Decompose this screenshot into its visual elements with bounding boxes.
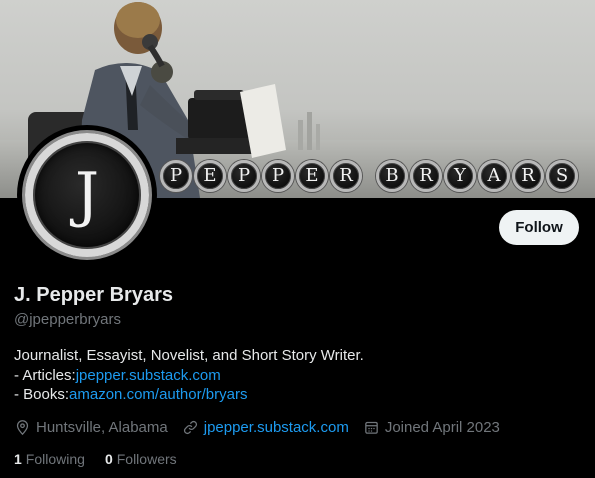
joined-text: Joined April 2023 — [384, 418, 500, 436]
typewriter-key: P — [160, 160, 192, 192]
articles-prefix: - Articles: — [14, 366, 76, 384]
typewriter-key: P — [228, 160, 260, 192]
following-count: 1 — [14, 451, 22, 467]
calendar-icon — [365, 421, 378, 434]
following-link[interactable]: 1 Following — [14, 451, 85, 467]
follow-button[interactable]: Follow — [499, 210, 579, 245]
typewriter-key: E — [296, 160, 328, 192]
typewriter-key: A — [478, 160, 510, 192]
bio-line: Journalist, Essayist, Novelist, and Shor… — [14, 347, 364, 364]
typewriter-key: E — [194, 160, 226, 192]
followers-count: 0 — [104, 451, 113, 467]
location-item: Huntsville, Alabama — [14, 419, 168, 436]
typewriter-key: B — [376, 160, 408, 192]
followers-link[interactable]: 0 Followers — [105, 451, 177, 467]
bio-books-line: - Books:amazon.com/author/bryars — [14, 385, 364, 405]
articles-link[interactable]: jpepper.substack.com — [76, 367, 221, 384]
display-name: J. Pepper Bryars — [14, 284, 173, 306]
profile-bio: Journalist, Essayist, Novelist, and Shor… — [14, 346, 364, 405]
typewriter-key: R — [410, 160, 442, 192]
typewriter-key: S — [546, 160, 578, 192]
follow-stats: 1 Following 0 Followers — [14, 449, 197, 469]
books-link[interactable]: amazon.com/author/bryars — [69, 386, 247, 403]
location-pin-icon — [16, 419, 29, 435]
avatar[interactable]: J — [17, 125, 157, 265]
typewriter-key: R — [330, 160, 362, 192]
followers-label: Followers — [116, 451, 177, 467]
banner-typewriter-keys: PEPPERBRYARS — [160, 158, 578, 194]
avatar-typewriter-key: J — [25, 133, 149, 257]
user-handle: @jpepperbryars — [14, 311, 121, 328]
joined-item: Joined April 2023 — [363, 419, 500, 436]
typewriter-key: R — [512, 160, 544, 192]
bio-articles-line: - Articles:jpepper.substack.com — [14, 366, 364, 386]
website-item: jpepper.substack.com — [182, 419, 349, 436]
location-text: Huntsville, Alabama — [36, 418, 168, 436]
following-label: Following — [25, 451, 85, 467]
profile-meta: Huntsville, Alabama jpepper.substack.com… — [14, 417, 514, 437]
link-icon — [183, 420, 197, 434]
typewriter-key: P — [262, 160, 294, 192]
books-prefix: - Books: — [14, 386, 70, 403]
avatar-letter: J — [74, 160, 100, 230]
typewriter-key: Y — [444, 160, 476, 192]
website-link[interactable]: jpepper.substack.com — [204, 419, 349, 436]
